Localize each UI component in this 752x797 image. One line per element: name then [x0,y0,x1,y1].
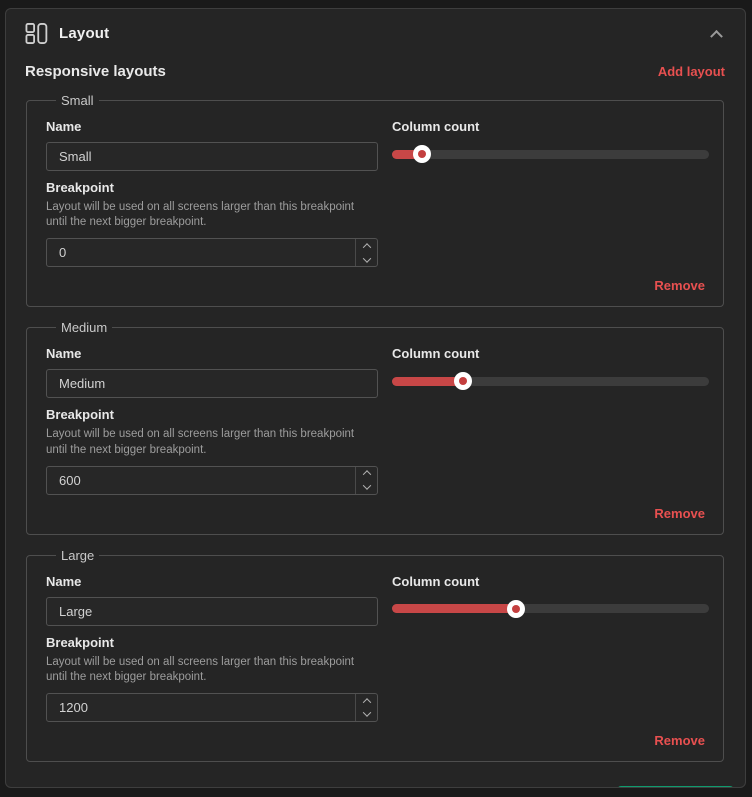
collapse-button[interactable] [707,25,729,43]
add-layout-button[interactable]: Add layout [658,64,725,79]
slider-thumb[interactable] [413,145,431,163]
panel-title: Layout [59,25,109,42]
name-label: Name [46,119,378,134]
layout-icon [25,22,48,45]
layout-fieldset-large: Large Name Breakpoint Layout will be use… [26,548,724,762]
breakpoint-input[interactable] [46,466,378,495]
fieldset-legend: Medium [56,320,112,335]
spinner-down-button[interactable] [356,708,377,722]
breakpoint-help-text: Layout will be used on all screens large… [46,427,376,457]
slider-fill [392,377,463,386]
column-count-slider[interactable] [392,600,709,618]
spinner-down-button[interactable] [356,480,377,494]
section-title: Responsive layouts [25,63,166,80]
footer-row: Save changes [6,762,745,788]
breakpoint-label: Breakpoint [46,407,378,422]
name-input[interactable] [46,597,378,626]
chevron-down-icon [362,254,370,262]
chevron-down-icon [362,709,370,717]
spinner-up-button[interactable] [356,694,377,708]
column-count-label: Column count [392,574,709,589]
column-count-slider[interactable] [392,145,709,163]
chevron-up-icon [362,243,370,251]
layout-settings-panel: Layout Responsive layouts Add layout Sma… [5,8,746,788]
section-row: Responsive layouts Add layout [6,45,745,80]
column-count-label: Column count [392,346,709,361]
fieldset-legend: Large [56,548,99,563]
slider-thumb[interactable] [507,600,525,618]
name-label: Name [46,346,378,361]
panel-header: Layout [6,9,745,45]
number-spinner [355,239,377,266]
slider-thumb[interactable] [454,372,472,390]
chevron-up-icon [710,30,723,43]
spinner-down-button[interactable] [356,253,377,267]
spinner-up-button[interactable] [356,467,377,481]
slider-fill [392,604,516,613]
name-input[interactable] [46,369,378,398]
chevron-down-icon [362,481,370,489]
name-input[interactable] [46,142,378,171]
chevron-up-icon [362,471,370,479]
spinner-up-button[interactable] [356,239,377,253]
breakpoint-label: Breakpoint [46,635,378,650]
layout-fieldset-medium: Medium Name Breakpoint Layout will be us… [26,320,724,534]
breakpoint-help-text: Layout will be used on all screens large… [46,655,376,685]
column-count-slider[interactable] [392,372,709,390]
remove-layout-button[interactable]: Remove [654,278,705,293]
breakpoint-input[interactable] [46,693,378,722]
number-spinner [355,694,377,721]
remove-layout-button[interactable]: Remove [654,506,705,521]
chevron-up-icon [362,698,370,706]
name-label: Name [46,574,378,589]
breakpoint-help-text: Layout will be used on all screens large… [46,200,376,230]
breakpoint-label: Breakpoint [46,180,378,195]
fieldset-legend: Small [56,93,99,108]
layout-fieldset-small: Small Name Breakpoint Layout will be use… [26,93,724,307]
slider-track [392,150,709,159]
column-count-label: Column count [392,119,709,134]
remove-layout-button[interactable]: Remove [654,733,705,748]
breakpoint-input[interactable] [46,238,378,267]
number-spinner [355,467,377,494]
save-changes-button[interactable]: Save changes [617,786,734,788]
